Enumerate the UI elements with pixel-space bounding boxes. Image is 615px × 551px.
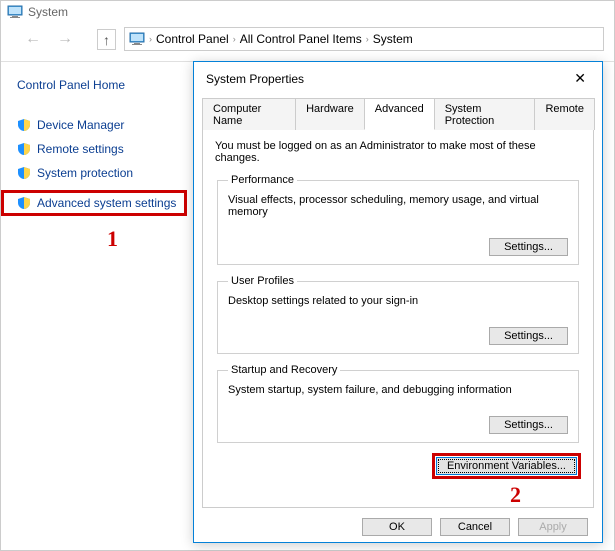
- group-startup-recovery: Startup and Recovery System startup, sys…: [217, 364, 579, 443]
- group-user-profiles: User Profiles Desktop settings related t…: [217, 275, 579, 354]
- tab-strip: Computer Name Hardware Advanced System P…: [202, 97, 594, 130]
- back-button[interactable]: ←: [21, 30, 45, 48]
- system-icon: [7, 5, 23, 19]
- control-panel-home-link[interactable]: Control Panel Home: [17, 78, 201, 92]
- shield-icon: [17, 118, 31, 132]
- breadcrumb[interactable]: System: [373, 32, 413, 46]
- dialog-title: System Properties: [206, 72, 304, 86]
- cancel-button[interactable]: Cancel: [440, 518, 510, 536]
- chevron-right-icon: ›: [233, 34, 236, 44]
- tab-computer-name[interactable]: Computer Name: [202, 98, 296, 130]
- sidebar-item-label: Advanced system settings: [37, 196, 176, 210]
- tab-system-protection[interactable]: System Protection: [434, 98, 536, 130]
- group-description: System startup, system failure, and debu…: [228, 384, 568, 396]
- user-profiles-settings-button[interactable]: Settings...: [489, 327, 568, 345]
- close-button[interactable]: ✕: [568, 70, 592, 87]
- sidebar-item-system-protection[interactable]: System protection: [17, 166, 201, 180]
- sidebar-item-remote-settings[interactable]: Remote settings: [17, 142, 201, 156]
- up-button[interactable]: ↑: [97, 29, 116, 50]
- chevron-right-icon: ›: [149, 34, 152, 44]
- performance-settings-button[interactable]: Settings...: [489, 238, 568, 256]
- group-performance: Performance Visual effects, processor sc…: [217, 174, 579, 265]
- sidebar-item-label: Device Manager: [37, 118, 124, 132]
- breadcrumb[interactable]: Control Panel: [156, 32, 229, 46]
- sidebar-item-device-manager[interactable]: Device Manager: [17, 118, 201, 132]
- annotation-1: 1: [107, 226, 201, 252]
- shield-icon: [17, 196, 31, 210]
- ok-button[interactable]: OK: [362, 518, 432, 536]
- sidebar: Control Panel Home Device Manager Remote…: [1, 62, 201, 252]
- system-properties-dialog: System Properties ✕ Computer Name Hardwa…: [193, 61, 603, 543]
- nav-row: ← → ↑ › Control Panel › All Control Pane…: [1, 23, 614, 62]
- group-description: Desktop settings related to your sign-in: [228, 295, 568, 307]
- apply-button[interactable]: Apply: [518, 518, 588, 536]
- annotation-highlight-2: Environment Variables...: [432, 453, 581, 479]
- address-bar[interactable]: › Control Panel › All Control Panel Item…: [124, 27, 604, 51]
- chevron-right-icon: ›: [366, 34, 369, 44]
- shield-icon: [17, 142, 31, 156]
- tab-advanced[interactable]: Advanced: [364, 98, 435, 130]
- dialog-button-row: OK Cancel Apply: [194, 508, 602, 546]
- environment-variables-button[interactable]: Environment Variables...: [436, 457, 577, 475]
- tab-hardware[interactable]: Hardware: [295, 98, 365, 130]
- sidebar-item-advanced-system-settings[interactable]: Advanced system settings: [1, 190, 187, 216]
- sidebar-item-label: Remote settings: [37, 142, 124, 156]
- annotation-2: 2: [510, 482, 521, 507]
- tab-body-advanced: You must be logged on as an Administrato…: [202, 130, 594, 508]
- tab-remote[interactable]: Remote: [534, 98, 595, 130]
- admin-warning-text: You must be logged on as an Administrato…: [215, 140, 581, 164]
- system-icon: [129, 32, 145, 46]
- group-legend: Performance: [228, 174, 297, 186]
- shield-icon: [17, 166, 31, 180]
- group-description: Visual effects, processor scheduling, me…: [228, 194, 568, 218]
- group-legend: Startup and Recovery: [228, 364, 340, 376]
- sidebar-item-label: System protection: [37, 166, 133, 180]
- group-legend: User Profiles: [228, 275, 297, 287]
- window-title: System: [28, 5, 68, 19]
- forward-button[interactable]: →: [53, 30, 77, 48]
- window-titlebar: System: [1, 1, 614, 23]
- startup-settings-button[interactable]: Settings...: [489, 416, 568, 434]
- breadcrumb[interactable]: All Control Panel Items: [240, 32, 362, 46]
